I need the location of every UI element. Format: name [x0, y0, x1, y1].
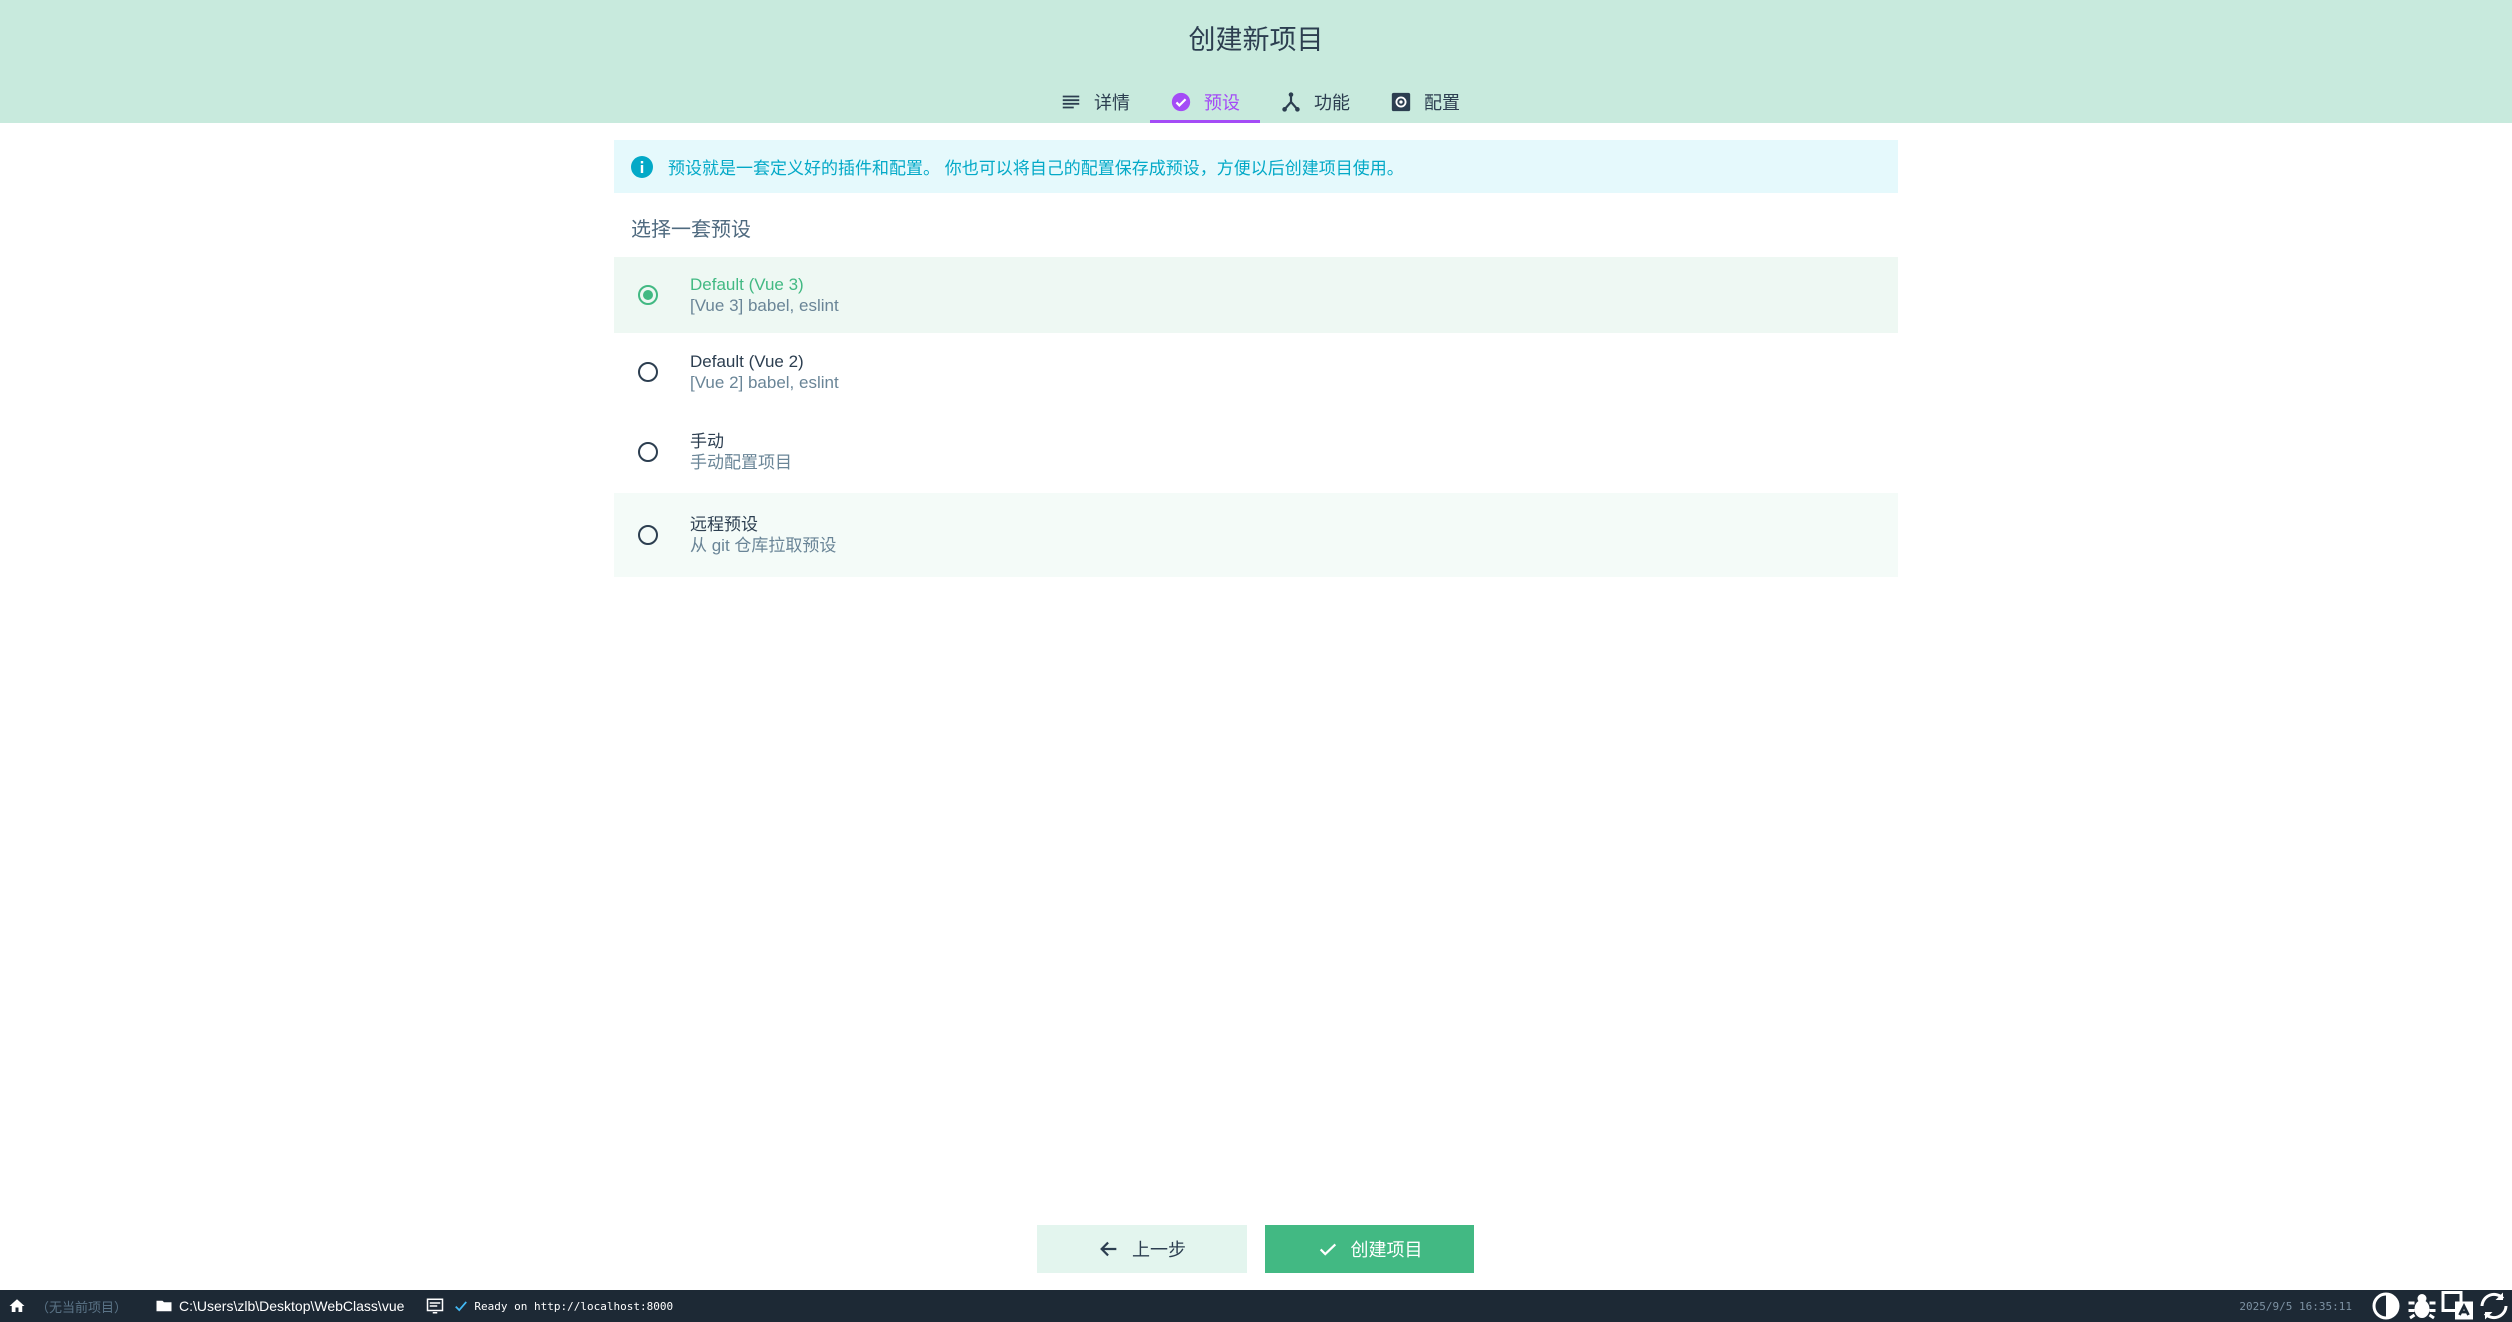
subject-icon	[1062, 95, 1080, 108]
preset-description: 手动配置项目	[690, 453, 792, 472]
refresh-button[interactable]	[2476, 1288, 2512, 1322]
home-icon	[9, 1299, 25, 1312]
previous-step-label: 上一步	[1132, 1240, 1186, 1260]
tab-config-label: 配置	[1424, 92, 1460, 113]
status-bar-right: 2025/9/5 16:35:11	[2239, 1290, 2512, 1322]
preset-option-remote[interactable]: 远程预设 从 git 仓库拉取预设	[614, 493, 1898, 577]
tab-presets[interactable]: 预设	[1150, 80, 1260, 123]
folder-icon	[156, 1300, 172, 1312]
tab-features[interactable]: 功能	[1260, 80, 1370, 123]
radio-button[interactable]	[638, 442, 658, 462]
checkmark-icon	[455, 1301, 468, 1312]
sync-icon	[2480, 1292, 2508, 1320]
radio-button[interactable]	[638, 285, 658, 305]
preset-name: Default (Vue 3)	[690, 275, 804, 294]
info-text: 预设就是一套定义好的插件和配置。 你也可以将自己的配置保存成预设，方便以后创建项…	[668, 159, 1404, 178]
preset-name: Default (Vue 2)	[690, 352, 804, 371]
app-header: 创建新项目 详情 预设 功能 配置	[0, 0, 2512, 123]
status-bar: （无当前项目） C:\Users\zlb\Desktop\WebClass\vu…	[0, 1290, 2512, 1322]
create-project-label: 创建项目	[1350, 1240, 1423, 1260]
tab-features-label: 功能	[1314, 92, 1350, 113]
create-project-button[interactable]: 创建项目	[1265, 1225, 1474, 1273]
current-project-label: （无当前项目）	[36, 1299, 128, 1315]
settings-applications-icon	[1391, 92, 1411, 111]
preset-list: Default (Vue 3) [Vue 3] babel, eslint De…	[614, 257, 1898, 577]
contrast-icon	[2372, 1292, 2400, 1320]
page-title: 创建新项目	[1188, 25, 1324, 55]
radio-button[interactable]	[638, 525, 658, 545]
tab-details[interactable]: 详情	[1040, 80, 1150, 123]
status-time: 2025/9/5 16:35:11	[2239, 1299, 2352, 1313]
preset-text: 远程预设 从 git 仓库拉取预设	[690, 514, 836, 556]
preset-option-vue3[interactable]: Default (Vue 3) [Vue 3] babel, eslint	[614, 257, 1898, 333]
report-bug-button[interactable]	[2404, 1288, 2440, 1322]
info-icon	[631, 155, 653, 178]
preset-description: 从 git 仓库拉取预设	[690, 536, 837, 555]
home-button[interactable]: （无当前项目）	[0, 1290, 135, 1322]
tab-presets-label: 预设	[1204, 92, 1240, 113]
step-tabs: 详情 预设 功能 配置	[1040, 80, 1480, 123]
preset-name: 远程预设	[690, 515, 758, 534]
project-path-button[interactable]: C:\Users\zlb\Desktop\WebClass\vue	[147, 1290, 412, 1322]
translate-icon	[2441, 1291, 2473, 1320]
preset-description: [Vue 2] babel, eslint	[690, 373, 839, 392]
last-log-message: Ready on http://localhost:8000	[474, 1299, 674, 1313]
tab-config[interactable]: 配置	[1370, 80, 1480, 123]
radio-button[interactable]	[638, 362, 658, 382]
preset-name: 手动	[690, 432, 724, 451]
preset-text: Default (Vue 3) [Vue 3] babel, eslint	[690, 274, 839, 316]
preset-text: 手动 手动配置项目	[690, 431, 792, 473]
previous-step-button[interactable]: 上一步	[1037, 1225, 1247, 1273]
console-log-button[interactable]: Ready on http://localhost:8000	[418, 1290, 681, 1322]
console-icon	[427, 1298, 444, 1314]
preset-section-label: 选择一套预设	[631, 219, 751, 241]
project-path: C:\Users\zlb\Desktop\WebClass\vue	[179, 1298, 405, 1314]
check-circle-icon	[1171, 92, 1191, 111]
wizard-footer: 上一步 创建项目	[1037, 1225, 1474, 1273]
check-icon	[1319, 1243, 1336, 1256]
bug-icon	[2408, 1294, 2436, 1320]
info-banner: 预设就是一套定义好的插件和配置。 你也可以将自己的配置保存成预设，方便以后创建项…	[614, 140, 1898, 193]
preset-option-manual[interactable]: 手动 手动配置项目	[614, 411, 1898, 493]
arrow-back-icon	[1100, 1241, 1117, 1257]
dark-mode-button[interactable]	[2368, 1288, 2404, 1322]
tab-details-label: 详情	[1094, 92, 1130, 113]
preset-description: [Vue 3] babel, eslint	[690, 296, 839, 315]
translate-button[interactable]	[2440, 1288, 2476, 1322]
preset-option-vue2[interactable]: Default (Vue 2) [Vue 2] babel, eslint	[614, 333, 1898, 411]
device-hub-icon	[1282, 91, 1300, 112]
preset-text: Default (Vue 2) [Vue 2] babel, eslint	[690, 351, 839, 393]
